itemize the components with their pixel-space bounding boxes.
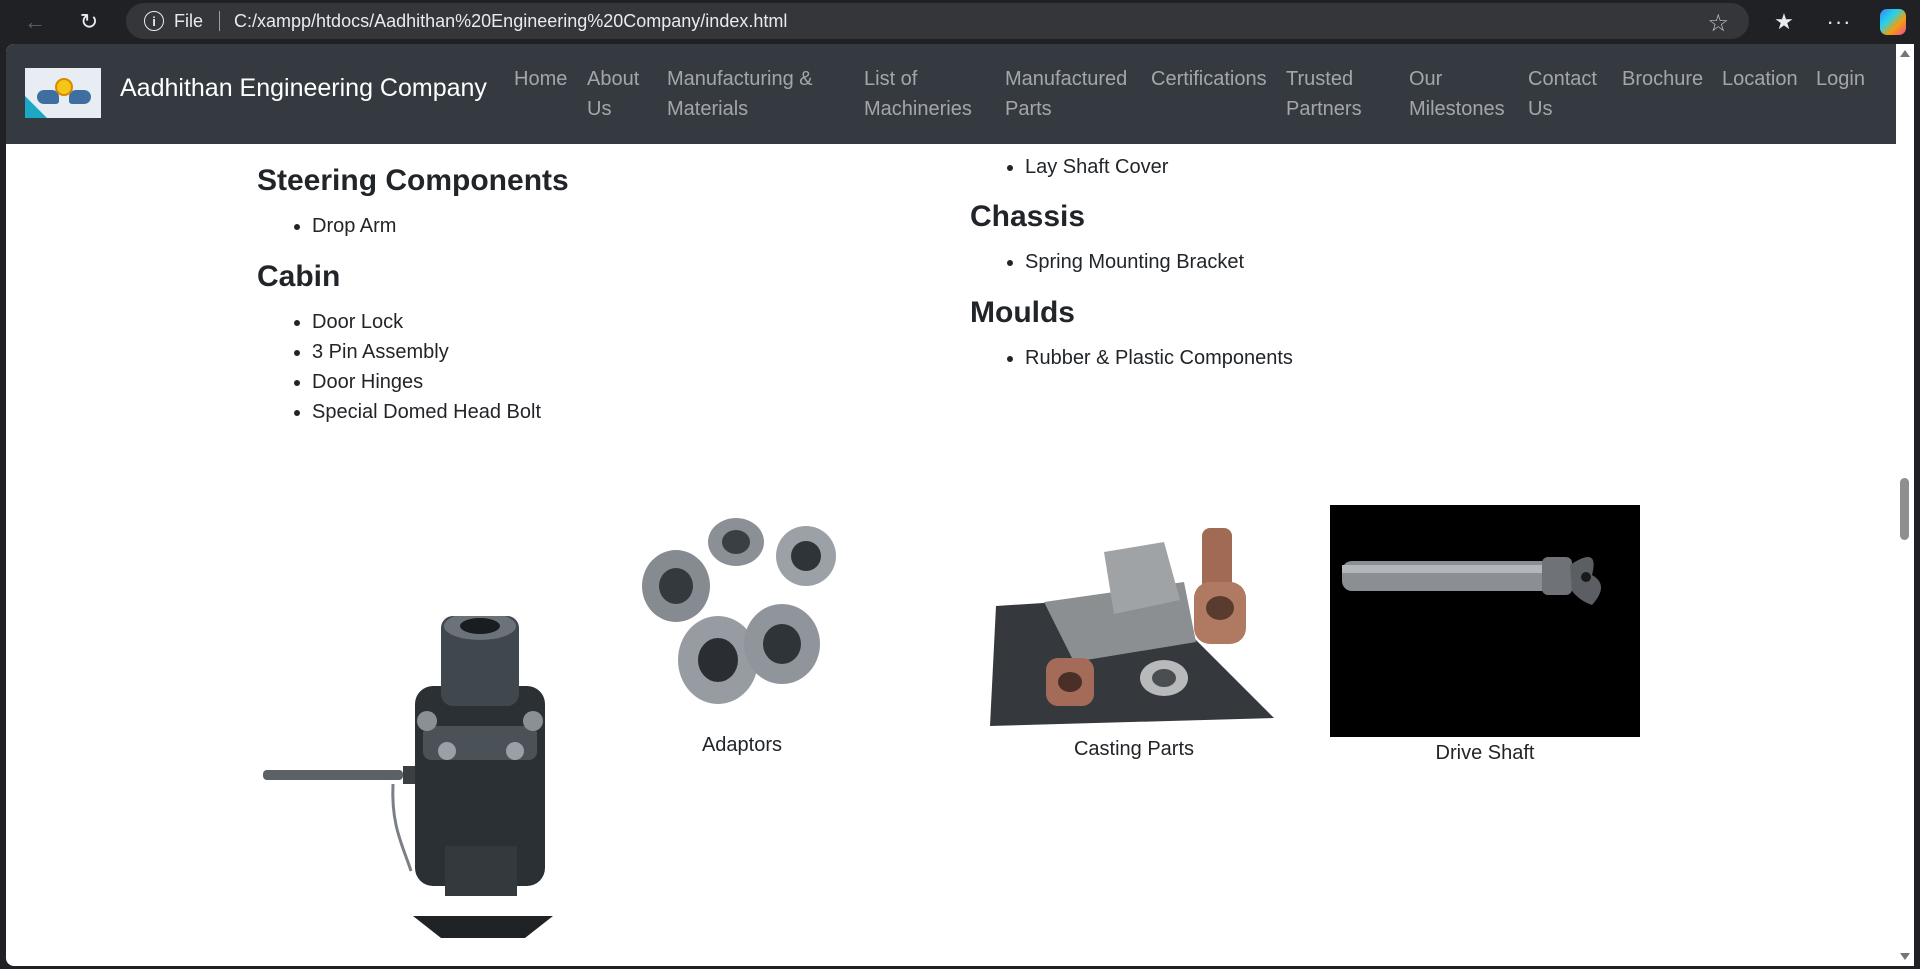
section-title-steering-components: Steering Components	[257, 164, 569, 197]
cabin-list: Door Lock 3 Pin Assembly Door Hinges Spe…	[288, 307, 541, 427]
list-item: Drop Arm	[312, 211, 396, 241]
chassis-list: Spring Mounting Bracket	[1001, 247, 1244, 277]
list-item: Rubber & Plastic Components	[1025, 343, 1293, 373]
back-icon[interactable]: ←	[19, 6, 51, 38]
page-scrollbar[interactable]	[1896, 44, 1914, 966]
reload-icon[interactable]: ↻	[73, 6, 105, 38]
nav-manufacturing-materials[interactable]: Manufacturing & Materials	[667, 64, 813, 124]
nav-brochure[interactable]: Brochure	[1622, 64, 1703, 94]
product-image-casting-parts[interactable]	[984, 522, 1284, 727]
list-item: Lay Shaft Cover	[1025, 152, 1168, 182]
site-info-label: File	[174, 10, 204, 31]
list-item: Spring Mounting Bracket	[1025, 247, 1244, 277]
site-navbar: Aadhithan Engineering Company Home About…	[6, 44, 1896, 144]
list-item: Door Hinges	[312, 367, 541, 397]
gear-box-list-partial: Lay Shaft Cover	[1001, 152, 1168, 182]
scroll-up-arrow-icon[interactable]	[1900, 50, 1910, 57]
url-text[interactable]: C:/xampp/htdocs/Aadhithan%20Engineering%…	[234, 11, 787, 32]
nav-list-of-machineries[interactable]: List of Machineries	[864, 64, 972, 124]
company-logo[interactable]	[25, 68, 101, 118]
address-bar[interactable]: i File C:/xampp/htdocs/Aadhithan%20Engin…	[126, 3, 1749, 39]
list-item: Door Lock	[312, 307, 541, 337]
section-title-cabin: Cabin	[257, 260, 341, 293]
list-item: 3 Pin Assembly	[312, 337, 541, 367]
copilot-icon[interactable]	[1877, 6, 1909, 38]
product-image-adaptors[interactable]	[636, 512, 846, 720]
caption-adaptors: Adaptors	[701, 734, 783, 756]
moulds-list: Rubber & Plastic Components	[1001, 343, 1293, 373]
brand-name[interactable]: Aadhithan Engineering Company	[120, 74, 487, 103]
nav-location[interactable]: Location	[1722, 64, 1798, 94]
section-title-chassis: Chassis	[970, 200, 1086, 233]
section-title-moulds: Moulds	[970, 296, 1075, 329]
product-image-fixture[interactable]	[263, 616, 578, 938]
product-image-drive-shaft[interactable]	[1330, 505, 1640, 737]
nav-home[interactable]: Home	[514, 64, 567, 94]
steering-components-list: Drop Arm	[288, 211, 396, 241]
nav-certifications[interactable]: Certifications	[1151, 64, 1267, 94]
site-info-icon[interactable]: i	[144, 11, 164, 31]
nav-login[interactable]: Login	[1816, 64, 1865, 94]
caption-casting-parts: Casting Parts	[1073, 738, 1195, 760]
scrollbar-thumb[interactable]	[1900, 478, 1909, 540]
page-viewport: Aadhithan Engineering Company Home About…	[6, 44, 1896, 966]
nav-trusted-partners[interactable]: Trusted Partners	[1286, 64, 1362, 124]
list-item: Special Domed Head Bolt	[312, 397, 541, 427]
address-divider	[219, 11, 221, 31]
favorite-star-icon[interactable]: ☆	[1707, 9, 1729, 38]
nav-manufactured-parts[interactable]: Manufactured Parts	[1005, 64, 1127, 124]
more-options-icon[interactable]: ···	[1823, 6, 1855, 38]
nav-about-us[interactable]: About Us	[587, 64, 639, 124]
favorites-icon[interactable]: ★	[1768, 6, 1800, 38]
nav-our-milestones[interactable]: Our Milestones	[1409, 64, 1505, 124]
browser-toolbar: ← ↻ i File C:/xampp/htdocs/Aadhithan%20E…	[0, 0, 1920, 44]
nav-contact-us[interactable]: Contact Us	[1528, 64, 1597, 124]
scroll-down-arrow-icon[interactable]	[1900, 953, 1910, 960]
caption-drive-shaft: Drive Shaft	[1435, 742, 1535, 764]
